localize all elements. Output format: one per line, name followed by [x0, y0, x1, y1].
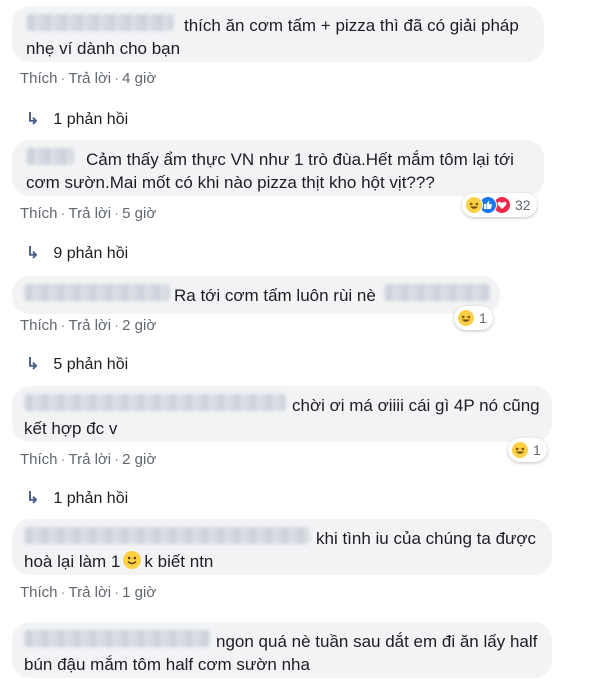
comment-text: ngon quá nè tuần sau dắt em đi ăn lấy ha…: [24, 632, 538, 674]
comment-text: Ra tới cơm tấm luôn rùi nè: [174, 286, 376, 305]
comment-bubble: khi tình iu của chúng ta được hoà lại là…: [12, 519, 552, 575]
comment-bubble: ngon quá nè tuần sau dắt em đi ăn lấy ha…: [12, 622, 552, 678]
comment-item: ngon quá nè tuần sau dắt em đi ăn lấy ha…: [12, 622, 552, 683]
comment-bubble: chời ơi má ơiiii cái gì 4P nó cũng kết h…: [12, 386, 552, 442]
reaction-count: 1: [479, 310, 487, 326]
like-link[interactable]: Thích: [20, 451, 58, 468]
reply-arrow-icon: ↳: [26, 245, 40, 262]
replies-count: 1 phản hồi: [53, 111, 129, 128]
comment-text-part: khi tình iu của chúng ta được hoà lại là…: [24, 529, 537, 571]
like-link[interactable]: Thích: [20, 317, 58, 334]
commenter-name-redacted: [24, 284, 170, 301]
like-link[interactable]: Thích: [20, 205, 58, 222]
reaction-count: 1: [533, 442, 541, 458]
haha-icon: [511, 441, 529, 459]
reply-arrow-icon: ↳: [26, 490, 40, 507]
replies-count: 1 phản hồi: [53, 490, 129, 507]
comment-actions: Thích · Trả lời · 5 giờ: [20, 205, 157, 222]
replies-count: 9 phản hồi: [53, 245, 129, 262]
timestamp[interactable]: 2 giờ: [122, 451, 156, 468]
comment-actions: Thích · Trả lời · 4 giờ: [20, 70, 157, 87]
comment-bubble: Ra tới cơm tấm luôn rùi nè: [12, 276, 500, 314]
timestamp[interactable]: 2 giờ: [122, 317, 156, 334]
reply-link[interactable]: Trả lời: [69, 205, 112, 222]
like-link[interactable]: Thích: [20, 70, 58, 87]
like-link[interactable]: Thích: [20, 584, 58, 601]
comment-item: thích ăn cơm tấm + pizza thì đã có giải …: [12, 6, 544, 67]
comment-bubble: Cảm thấy ẩm thực VN như 1 trò đùa.Hết mắ…: [12, 140, 544, 196]
comment-actions: Thích · Trả lời · 2 giờ: [20, 317, 157, 334]
replies-count: 5 phản hồi: [53, 356, 129, 373]
reply-link[interactable]: Trả lời: [69, 70, 112, 87]
comment-bubble: thích ăn cơm tấm + pizza thì đã có giải …: [12, 6, 544, 62]
timestamp[interactable]: 5 giờ: [122, 205, 156, 222]
smiley-icon: [123, 551, 142, 569]
comment-actions: Thích · Trả lời · 1 giờ: [20, 584, 157, 601]
comment-item: chời ơi má ơiiii cái gì 4P nó cũng kết h…: [12, 386, 552, 447]
reply-link[interactable]: Trả lời: [69, 317, 112, 334]
reply-link[interactable]: Trả lời: [69, 584, 112, 601]
reply-arrow-icon: ↳: [26, 111, 40, 128]
comment-item: Cảm thấy ẩm thực VN như 1 trò đùa.Hết mắ…: [12, 140, 544, 201]
timestamp[interactable]: 4 giờ: [122, 70, 156, 87]
reaction-summary[interactable]: 1: [454, 306, 493, 330]
reaction-summary[interactable]: 1: [508, 438, 547, 462]
view-replies-link[interactable]: ↳ 1 phản hồi: [26, 109, 128, 129]
comment-text-part: k biết ntn: [144, 552, 214, 571]
reaction-summary[interactable]: 32: [462, 193, 537, 217]
comment-feed: thích ăn cơm tấm + pizza thì đã có giải …: [0, 0, 600, 683]
view-replies-link[interactable]: ↳ 5 phản hồi: [26, 354, 128, 374]
reaction-count: 32: [515, 197, 531, 213]
timestamp[interactable]: 1 giờ: [122, 584, 156, 601]
reply-link[interactable]: Trả lời: [69, 451, 112, 468]
view-replies-link[interactable]: ↳ 9 phản hồi: [26, 243, 128, 263]
comment-text: khi tình iu của chúng ta được hoà lại là…: [24, 527, 548, 573]
comment-actions: Thích · Trả lời · 2 giờ: [20, 451, 157, 468]
comment-item: Ra tới cơm tấm luôn rùi nè: [12, 276, 500, 319]
comment-text: Cảm thấy ẩm thực VN như 1 trò đùa.Hết mắ…: [26, 150, 514, 192]
comment-text: thích ăn cơm tấm + pizza thì đã có giải …: [26, 16, 519, 58]
comment-text: chời ơi má ơiiii cái gì 4P nó cũng kết h…: [24, 396, 540, 438]
comment-item: khi tình iu của chúng ta được hoà lại là…: [12, 519, 552, 580]
haha-icon: [457, 309, 475, 327]
mentioned-name-redacted: [384, 284, 490, 301]
haha-icon: [465, 196, 483, 214]
view-replies-link[interactable]: ↳ 1 phản hồi: [26, 488, 128, 508]
reply-arrow-icon: ↳: [26, 356, 40, 373]
